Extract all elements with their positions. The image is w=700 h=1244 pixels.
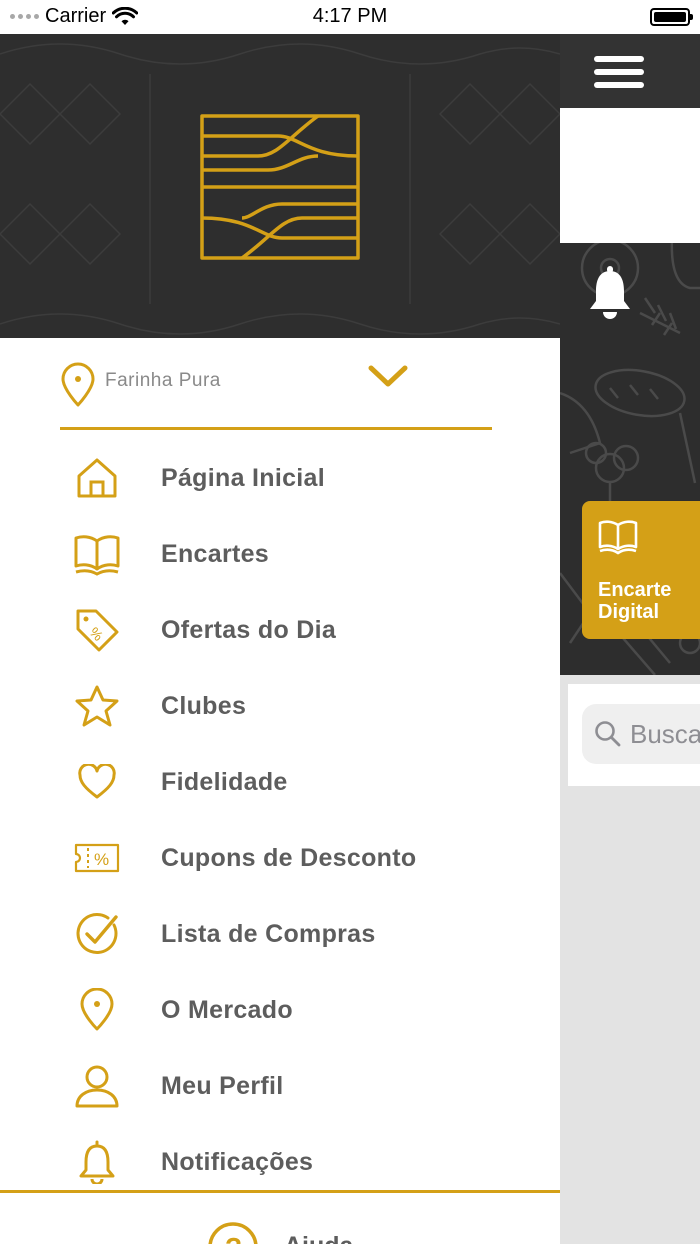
menu-item-label: O Mercado (161, 996, 293, 1024)
menu-item-notificacoes[interactable]: Notificações (0, 1124, 560, 1200)
svg-text:%: % (94, 850, 109, 869)
menu-item-label: Meu Perfil (161, 1072, 284, 1100)
status-time: 4:17 PM (312, 5, 388, 27)
menu-item-encartes[interactable]: Encartes (0, 516, 560, 592)
search-input[interactable]: Busca (582, 704, 700, 764)
menu-item-label: Fidelidade (161, 768, 288, 796)
status-bar: Carrier 4:17 PM (0, 0, 700, 34)
menu-item-fidelidade[interactable]: Fidelidade (0, 744, 560, 820)
menu-item-label: Lista de Compras (161, 920, 376, 948)
heart-icon (72, 760, 122, 804)
menu-item-cupons-de-desconto[interactable]: % Cupons de Desconto (0, 820, 560, 896)
encarte-digital-card[interactable]: Encarte Digital (582, 501, 700, 639)
footer-divider (0, 1190, 560, 1193)
search-container: Busca (568, 684, 700, 786)
pattern-area: Encarte Digital (560, 243, 700, 675)
user-icon (72, 1064, 122, 1108)
menu-item-label: Notificações (161, 1148, 314, 1176)
encarte-digital-label: Encarte Digital (598, 579, 672, 623)
background-app: Encarte Digital Busca (560, 34, 700, 1244)
location-pin-icon (61, 362, 95, 407)
help-icon: ? (208, 1222, 258, 1244)
book-icon (598, 520, 638, 555)
menu-item-pagina-inicial[interactable]: Página Inicial (0, 440, 560, 516)
check-circle-icon (72, 912, 122, 956)
menu-item-label: Página Inicial (161, 464, 325, 492)
star-icon (72, 684, 122, 728)
battery-icon (650, 8, 693, 26)
svg-text:?: ? (225, 1232, 242, 1244)
home-icon (72, 456, 122, 500)
help-button[interactable]: ? Ajuda (206, 1220, 406, 1244)
help-label: Ajuda (284, 1232, 353, 1244)
banner-area (560, 108, 700, 243)
store-selector[interactable]: Farinha Pura (60, 356, 492, 430)
menu-item-lista-de-compras[interactable]: Lista de Compras (0, 896, 560, 972)
location-pin-icon (72, 988, 122, 1032)
search-placeholder: Busca (630, 718, 700, 749)
menu-item-label: Clubes (161, 692, 247, 720)
menu-item-label: Encartes (161, 540, 270, 568)
menu-item-clubes[interactable]: Clubes (0, 668, 560, 744)
drawer-header (0, 34, 560, 338)
store-name: Farinha Pura (105, 370, 221, 391)
coupon-icon: % (72, 836, 122, 880)
menu-item-label: Cupons de Desconto (161, 844, 417, 872)
discount-tag-icon: % (72, 608, 122, 652)
menu-item-o-mercado[interactable]: O Mercado (0, 972, 560, 1048)
search-icon (595, 721, 621, 747)
bell-icon (72, 1140, 122, 1184)
app-header (560, 34, 700, 108)
drawer-menu: Página Inicial Encartes % Ofertas do Dia… (0, 440, 560, 1200)
bell-icon[interactable] (586, 265, 634, 321)
menu-icon[interactable] (594, 56, 644, 88)
brand-logo (200, 114, 360, 260)
menu-item-meu-perfil[interactable]: Meu Perfil (0, 1048, 560, 1124)
chevron-down-icon[interactable] (368, 364, 408, 390)
menu-item-label: Ofertas do Dia (161, 616, 337, 644)
menu-item-ofertas-do-dia[interactable]: % Ofertas do Dia (0, 592, 560, 668)
side-drawer: Farinha Pura Página Inicial Encartes % O… (0, 34, 560, 1244)
book-icon (72, 532, 122, 576)
